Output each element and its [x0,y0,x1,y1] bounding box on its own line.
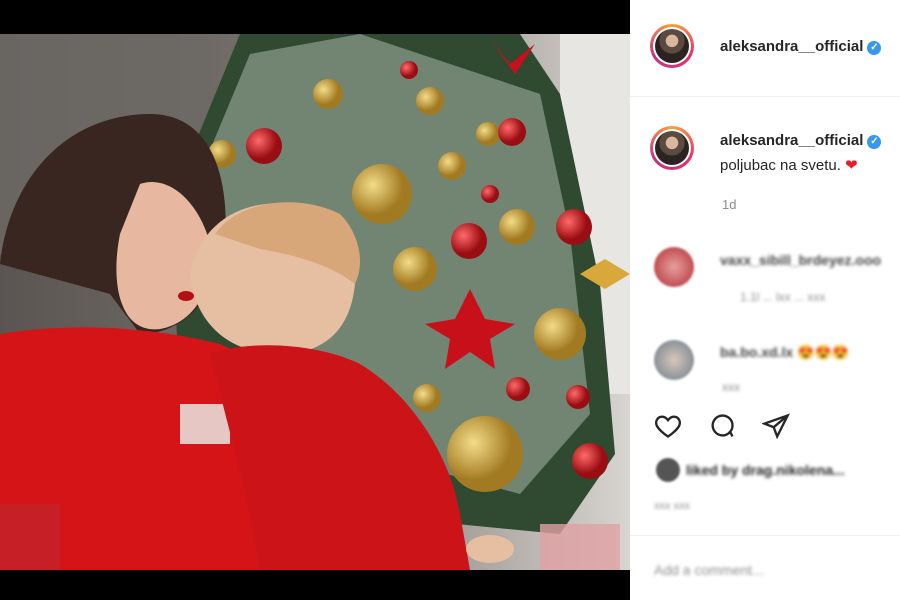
post-photo[interactable] [0,34,630,570]
post-date: xxx xxx [654,500,691,512]
comment-username[interactable]: vaxx_sibill_brdeyez.ooo [720,252,881,268]
caption-author[interactable]: aleksandra__official ✓ [720,132,882,149]
post-author-avatar[interactable] [650,24,694,68]
share-icon[interactable] [760,412,790,440]
verified-badge-icon: ✓ [867,41,882,55]
caption-text: poljubac na svetu. [720,157,841,174]
likes-text[interactable]: liked by drag.nikolena... [686,462,845,478]
comment-avatar[interactable] [654,247,694,287]
caption-username[interactable]: aleksandra__official [720,132,863,149]
header-divider [630,96,900,97]
comment-avatar[interactable] [654,340,694,380]
red-heart-emoji: ❤ [845,157,858,174]
username-label[interactable]: aleksandra__official [720,38,863,55]
caption-author-avatar[interactable] [650,126,694,170]
verified-badge-icon: ✓ [867,135,882,149]
comment-username[interactable]: ba.bo.xd.lx 😍😍😍 [720,344,849,361]
post-timestamp[interactable]: 1d [722,197,736,212]
liker-avatar[interactable] [656,458,680,482]
post-caption: poljubac na svetu. ❤ [720,156,858,174]
post-author-header[interactable]: aleksandra__official ✓ [720,38,882,55]
comment-divider [630,535,900,536]
heart-icon[interactable] [654,412,682,440]
post-image [0,34,630,570]
comment-meta: 1.1l ... lxx ... xxx [740,290,826,304]
add-comment-input[interactable]: Add a comment... [654,562,764,578]
comment-icon[interactable] [708,412,736,440]
post-panel: aleksandra__official ✓ aleksandra__offici… [630,0,900,600]
comment-meta: xxx [722,380,740,394]
